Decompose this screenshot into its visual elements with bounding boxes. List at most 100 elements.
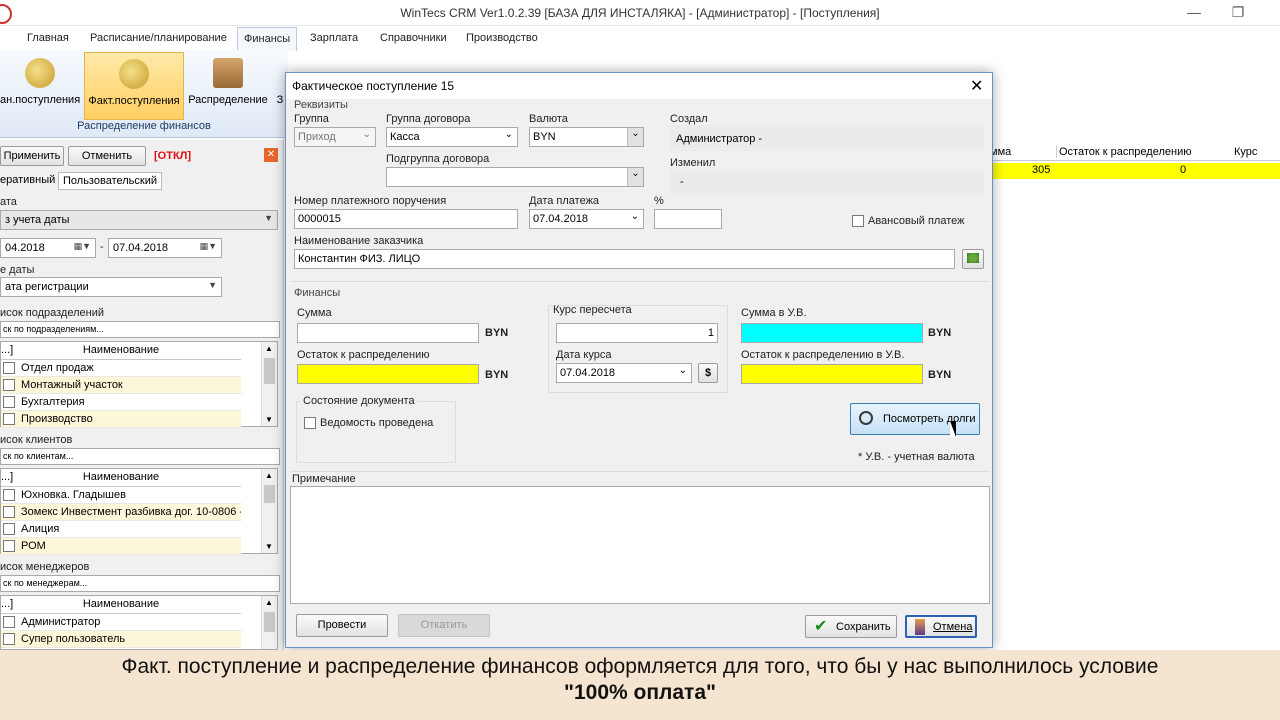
contract-subgroup-select[interactable]: ⌄ (386, 167, 644, 187)
advance-checkbox[interactable] (852, 215, 864, 227)
checkbox[interactable] (3, 523, 15, 535)
order-number-field[interactable]: 0000015 (294, 209, 518, 229)
tab-schedule[interactable]: Расписание/планирование (90, 32, 227, 44)
apply-button[interactable]: Применить (0, 146, 64, 166)
clients-search[interactable]: ск по клиентам... (0, 448, 280, 465)
date-to-field[interactable]: 07.04.2018 ▦▼ (108, 238, 222, 258)
view-debts-button[interactable]: Посмотреть долги (850, 403, 980, 435)
cancel-icon (915, 619, 925, 635)
checkbox[interactable] (3, 396, 15, 408)
managers-search[interactable]: ск по менеджерам... (0, 575, 280, 592)
reset-button[interactable]: Отменить (68, 146, 146, 166)
post-button[interactable]: Провести (296, 614, 388, 637)
list-item[interactable]: Производство (1, 411, 241, 428)
cancel-button[interactable]: Отмена (905, 615, 977, 638)
tab-references[interactable]: Справочники (380, 32, 447, 44)
sum-field[interactable] (297, 323, 479, 343)
coin-delete-icon (25, 58, 55, 88)
checkbox[interactable] (3, 379, 15, 391)
rate-date-value: 07.04.2018 (560, 367, 616, 379)
changed-box: - (670, 169, 984, 195)
group-select: Приход ⌄ (294, 127, 376, 147)
checkbox[interactable] (3, 413, 15, 425)
remain-uv-currency: BYN (928, 369, 952, 381)
rate-date-field[interactable]: 07.04.2018 ⌄ (556, 363, 692, 383)
date-type-select[interactable]: ата регистрации ▼ (0, 277, 222, 297)
statement-checkbox[interactable] (304, 417, 316, 429)
title-bar: WinTecs CRM Ver1.0.2.39 [БАЗА ДЛЯ ИНСТАЛ… (0, 0, 1280, 26)
customer-field[interactable]: Константин ФИЗ. ЛИЦО (294, 249, 955, 269)
scrollbar[interactable]: ▲ ▼ (261, 342, 277, 426)
checkbox[interactable] (3, 540, 15, 552)
managers-col-name[interactable]: Наименование (83, 598, 159, 610)
departments-title: исок подразделений (0, 307, 104, 319)
list-item[interactable]: Бухгалтерия (1, 394, 241, 411)
distribution-button[interactable]: Распределение (188, 52, 268, 120)
cell-remain: 0 (1180, 164, 1187, 176)
note-label: Примечание (292, 473, 356, 485)
customer-pick-button[interactable] (962, 249, 984, 269)
changed-label: Изменил (670, 157, 716, 169)
calendar-icon[interactable]: ▦▼ (200, 241, 217, 252)
list-item[interactable]: РОМ (1, 538, 241, 555)
rate-label: Курс пересчета (553, 304, 632, 316)
fact-income-button[interactable]: Факт.поступления (84, 52, 184, 120)
contract-group-value: Касса (390, 131, 420, 143)
checkbox[interactable] (3, 362, 15, 374)
subtitle-caption: Факт. поступление и распределение финанс… (0, 650, 1280, 720)
fact-income-dialog: Фактическое поступление 15 ✕ Реквизиты Г… (285, 72, 993, 648)
checkbox[interactable] (3, 506, 15, 518)
close-filter-icon[interactable]: ✕ (264, 148, 278, 162)
rate-button[interactable]: $ (698, 363, 718, 383)
list-item[interactable]: Администратор (1, 614, 241, 631)
list-item[interactable]: Супер пользователь (1, 631, 241, 648)
list-item[interactable]: Алиция (1, 521, 241, 538)
restore-icon[interactable]: ❐ (1218, 2, 1258, 24)
col-rate[interactable]: Курс (1234, 146, 1257, 158)
minimize-icon[interactable]: — (1174, 2, 1214, 24)
departments-col-name[interactable]: Наименование (83, 344, 159, 356)
rate-field[interactable]: 1 (556, 323, 718, 343)
currency-select[interactable]: BYN ⌄ (529, 127, 644, 147)
scrollbar[interactable]: ▲ (261, 596, 277, 649)
date-mode-select[interactable]: з учета даты ▼ (0, 210, 278, 230)
list-item[interactable]: Отдел продаж (1, 360, 241, 377)
save-button[interactable]: ✔ Сохранить (805, 615, 897, 638)
col-sum[interactable]: мма (990, 146, 1011, 158)
list-item-label: Производство (21, 413, 93, 425)
list-item[interactable]: Монтажный участок (1, 377, 241, 394)
tab-main[interactable]: Главная (27, 32, 69, 44)
checkbox[interactable] (3, 633, 15, 645)
scrollbar[interactable]: ▲ ▼ (261, 469, 277, 553)
tab-production[interactable]: Производство (466, 32, 538, 44)
tab-finance[interactable]: Финансы (237, 27, 298, 51)
managers-col-check: ...] (1, 598, 14, 610)
list-item[interactable]: Юхновка. Гладышев (1, 487, 241, 504)
cancel-label: Отмена (933, 621, 973, 633)
managers-header: ...] Наименование (1, 596, 241, 614)
checkbox[interactable] (3, 489, 15, 501)
contract-subgroup-label: Подгруппа договора (386, 153, 490, 165)
checkbox[interactable] (3, 616, 15, 628)
percent-field[interactable] (654, 209, 722, 229)
incomes-grid: мма Остаток к распределению Курс 305 0 (984, 143, 1280, 179)
col-remain[interactable]: Остаток к распределению (1056, 146, 1191, 158)
chevron-down-icon: ⌄ (627, 128, 643, 146)
note-textarea[interactable] (290, 486, 990, 604)
clients-col-name[interactable]: Наименование (83, 471, 159, 483)
plan-income-button[interactable]: ан.поступления (0, 52, 80, 120)
tab-operational[interactable]: еративный (0, 174, 55, 186)
created-box: Администратор - (670, 125, 984, 151)
close-icon[interactable]: ✕ (970, 76, 983, 96)
list-item[interactable]: Зомекс Инвестмент разбивка дог. 10-0806 … (1, 504, 241, 521)
tab-salary[interactable]: Зарплата (310, 32, 358, 44)
table-row[interactable]: 305 0 (984, 163, 1280, 179)
managers-grid: ...] Наименование Администратор Супер по… (0, 595, 278, 650)
departments-search[interactable]: ск по подразделениям... (0, 321, 280, 338)
calendar-icon[interactable]: ▦▼ (74, 241, 91, 252)
pay-date-field[interactable]: 07.04.2018 ⌄ (529, 209, 644, 229)
tab-custom[interactable]: Пользовательский (58, 172, 162, 190)
pay-date-label: Дата платежа (529, 195, 600, 207)
date-from-field[interactable]: 04.2018 ▦▼ (0, 238, 96, 258)
contract-group-select[interactable]: Касса ⌄ (386, 127, 518, 147)
